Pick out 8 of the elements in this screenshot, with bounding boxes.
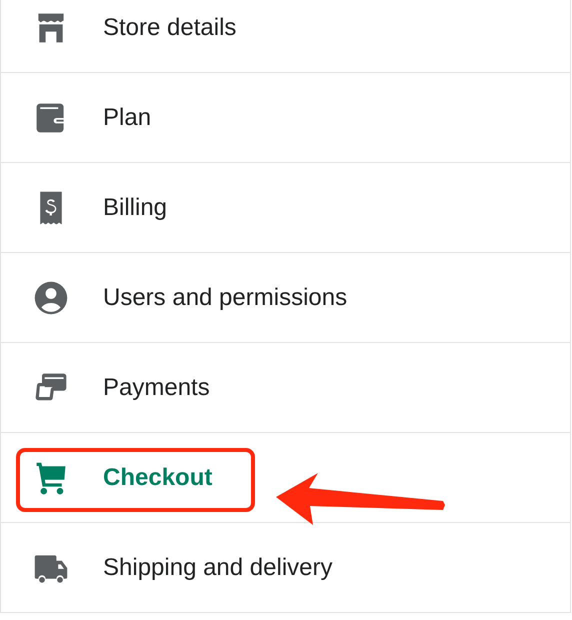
nav-item[interactable]: Billing: [1, 163, 570, 253]
nav-item[interactable]: Store details: [1, 0, 570, 73]
nav-item[interactable]: Payments: [1, 343, 570, 433]
user-icon: [33, 280, 69, 316]
nav-item[interactable]: Shipping and delivery: [1, 523, 570, 613]
nav-item[interactable]: Users and permissions: [1, 253, 570, 343]
nav-item[interactable]: Checkout: [1, 433, 570, 523]
nav-item[interactable]: Plan: [1, 73, 570, 163]
